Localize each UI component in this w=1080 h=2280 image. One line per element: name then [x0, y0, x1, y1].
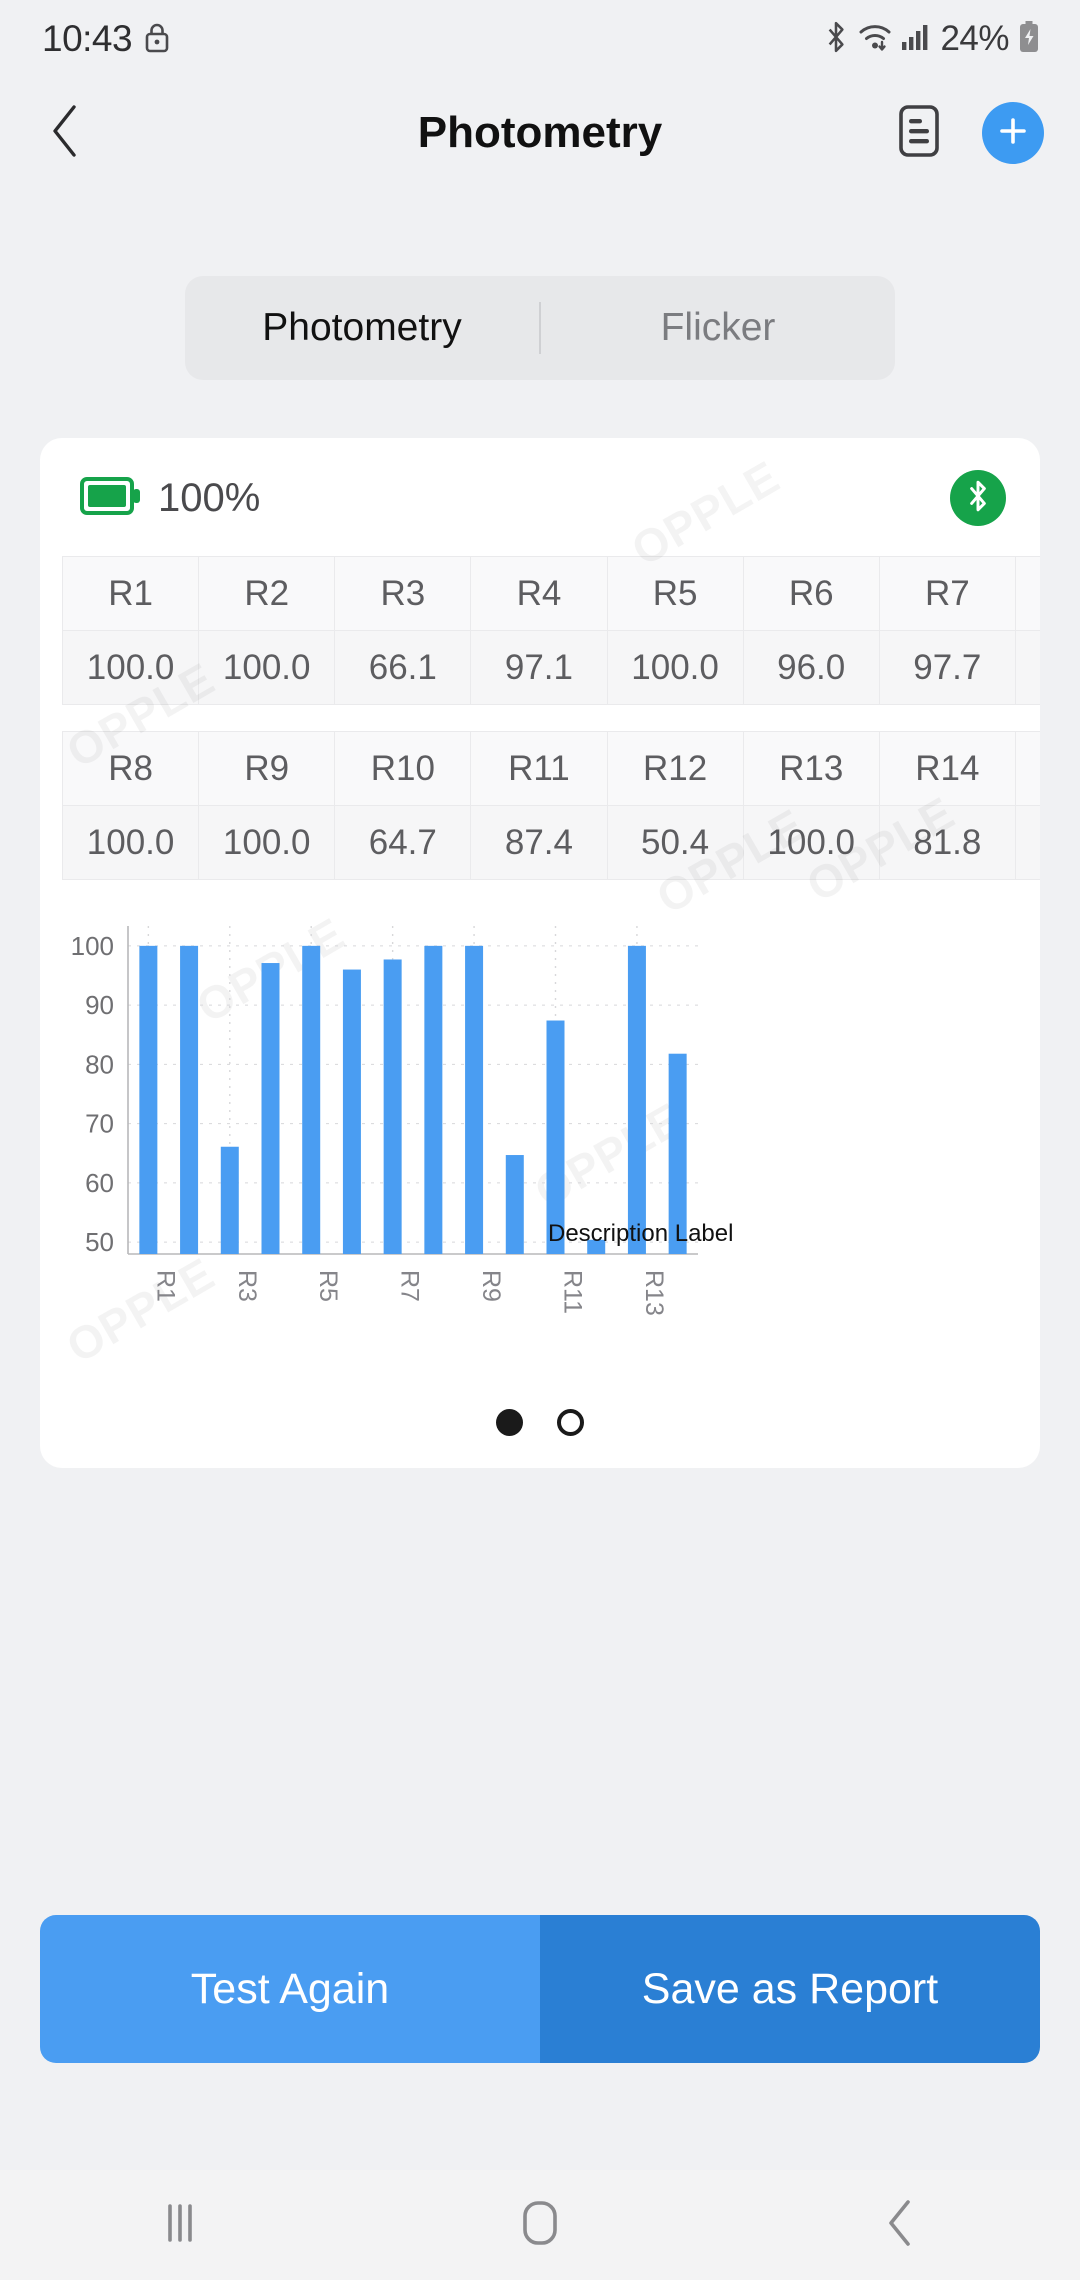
svg-text:50: 50: [85, 1227, 114, 1257]
table-header-cell: R4: [470, 556, 608, 631]
table-value-cell: [1014, 805, 1040, 880]
status-bar: 10:43 24%: [0, 0, 1080, 78]
table-value-cell: 100.0: [198, 805, 336, 880]
save-as-report-button[interactable]: Save as Report: [540, 1915, 1040, 2063]
carousel-pagination: [40, 1409, 1040, 1436]
clock: 10:43: [42, 18, 133, 59]
bar-chart-svg: 100 90 80 70 60 50 R1 R3 R5 R7 R9 R11 R13: [71, 926, 698, 1316]
device-battery-label: 100%: [158, 475, 261, 520]
pagination-dot-active[interactable]: [496, 1409, 523, 1436]
svg-text:R3: R3: [233, 1270, 261, 1302]
bluetooth-status-badge[interactable]: [950, 470, 1006, 526]
device-battery-group: 100%: [80, 474, 260, 523]
recents-icon: [156, 2200, 204, 2251]
nav-back-button[interactable]: [840, 2180, 960, 2270]
table-header-cell: R5: [606, 556, 744, 631]
header-actions: [894, 102, 1044, 164]
svg-text:R9: R9: [477, 1270, 505, 1302]
table-header-cell: R6: [742, 556, 880, 631]
battery-full-icon: [80, 474, 142, 523]
table-header-cell: R3: [334, 556, 472, 631]
table-value-cell: 64.7: [334, 805, 472, 880]
plus-icon: [996, 114, 1030, 153]
tab-bar-wrapper: Photometry Flicker: [0, 276, 1080, 380]
table-value-cell: 100.0: [198, 630, 336, 705]
svg-text:60: 60: [85, 1168, 114, 1198]
status-bar-right: 24%: [823, 19, 1040, 59]
battery-charging-icon: [1018, 20, 1040, 59]
back-button[interactable]: [30, 98, 100, 168]
svg-text:R5: R5: [314, 1270, 342, 1302]
table-header-cell: R14: [878, 731, 1016, 806]
measurement-table-2: R8 R9 R10 R11 R12 R13 R14 100.0 100.0 64…: [61, 731, 1040, 880]
recents-button[interactable]: [120, 2180, 240, 2270]
table-value-cell: 100.0: [742, 805, 880, 880]
bluetooth-icon: [965, 478, 991, 519]
table-header-cell: R9: [198, 731, 336, 806]
table-row: 100.0 100.0 64.7 87.4 50.4 100.0 81.8: [61, 805, 1040, 880]
table-header-cell: [1014, 731, 1040, 806]
table-header-cell: R1: [61, 556, 200, 631]
table-header-cell: R12: [606, 731, 744, 806]
home-icon: [517, 2198, 563, 2253]
table-value-cell: 100.0: [606, 630, 744, 705]
table-value-cell: 81.8: [878, 805, 1016, 880]
android-nav-bar: [0, 2170, 1080, 2280]
table-header-cell: R13: [742, 731, 880, 806]
add-button[interactable]: [982, 102, 1044, 164]
table-row: 100.0 100.0 66.1 97.1 100.0 96.0 97.7: [61, 630, 1040, 705]
table-header-cell: R2: [198, 556, 336, 631]
cri-bar-chart: 100 90 80 70 60 50 R1 R3 R5 R7 R9 R11 R13 Descriptio…: [40, 924, 1040, 1324]
table-value-cell: 96.0: [742, 630, 880, 705]
measurement-table-1: R1 R2 R3 R4 R5 R6 R7 100.0 100.0 66.1 97…: [61, 556, 1040, 705]
card-header: 100%: [40, 438, 1040, 526]
wifi-icon: [858, 21, 892, 58]
tab-photometry[interactable]: Photometry: [185, 276, 539, 380]
table-value-cell: 100.0: [61, 805, 200, 880]
svg-text:80: 80: [85, 1049, 114, 1079]
table-value-cell: 97.1: [470, 630, 608, 705]
table-value-cell: 66.1: [334, 630, 472, 705]
app-header: Photometry: [0, 78, 1080, 188]
table-row: R8 R9 R10 R11 R12 R13 R14: [61, 731, 1040, 806]
signal-icon: [901, 22, 931, 57]
pagination-dot[interactable]: [557, 1409, 584, 1436]
svg-text:R13: R13: [640, 1270, 668, 1316]
action-button-bar: Test Again Save as Report: [40, 1915, 1040, 2063]
status-bar-left: 10:43: [42, 18, 170, 60]
document-list-icon: [895, 103, 943, 164]
table-value-cell: 50.4: [606, 805, 744, 880]
svg-text:R11: R11: [559, 1270, 587, 1314]
report-list-button[interactable]: [894, 104, 944, 158]
test-again-button[interactable]: Test Again: [40, 1915, 540, 2063]
bluetooth-icon: [823, 20, 849, 59]
table-header-cell: R7: [878, 556, 1016, 631]
table-value-cell: 100.0: [61, 630, 200, 705]
svg-text:R7: R7: [396, 1270, 424, 1302]
chevron-left-icon: [48, 104, 82, 163]
home-button[interactable]: [480, 2180, 600, 2270]
table-value-cell: 87.4: [470, 805, 608, 880]
table-header-cell: [1014, 556, 1040, 631]
table-header-cell: R10: [334, 731, 472, 806]
chart-annotation: Description Label: [548, 1220, 734, 1247]
svg-text:R1: R1: [151, 1270, 179, 1302]
svg-text:100: 100: [71, 931, 114, 961]
lock-icon: [144, 21, 170, 58]
svg-text:90: 90: [85, 990, 114, 1020]
table-row: R1 R2 R3 R4 R5 R6 R7: [61, 556, 1040, 631]
table-header-cell: R11: [470, 731, 608, 806]
table-header-cell: R8: [61, 731, 200, 806]
svg-text:70: 70: [85, 1109, 114, 1139]
result-card: OPPLE OPPLE OPPLE OPPLE OPPLE OPPLE OPPL…: [40, 438, 1040, 1468]
battery-percent-label: 24%: [940, 19, 1009, 58]
tab-flicker[interactable]: Flicker: [541, 276, 895, 380]
table-value-cell: [1014, 630, 1040, 705]
table-value-cell: 97.7: [878, 630, 1016, 705]
segmented-tab-bar: Photometry Flicker: [185, 276, 895, 380]
back-chevron-icon: [882, 2198, 918, 2253]
